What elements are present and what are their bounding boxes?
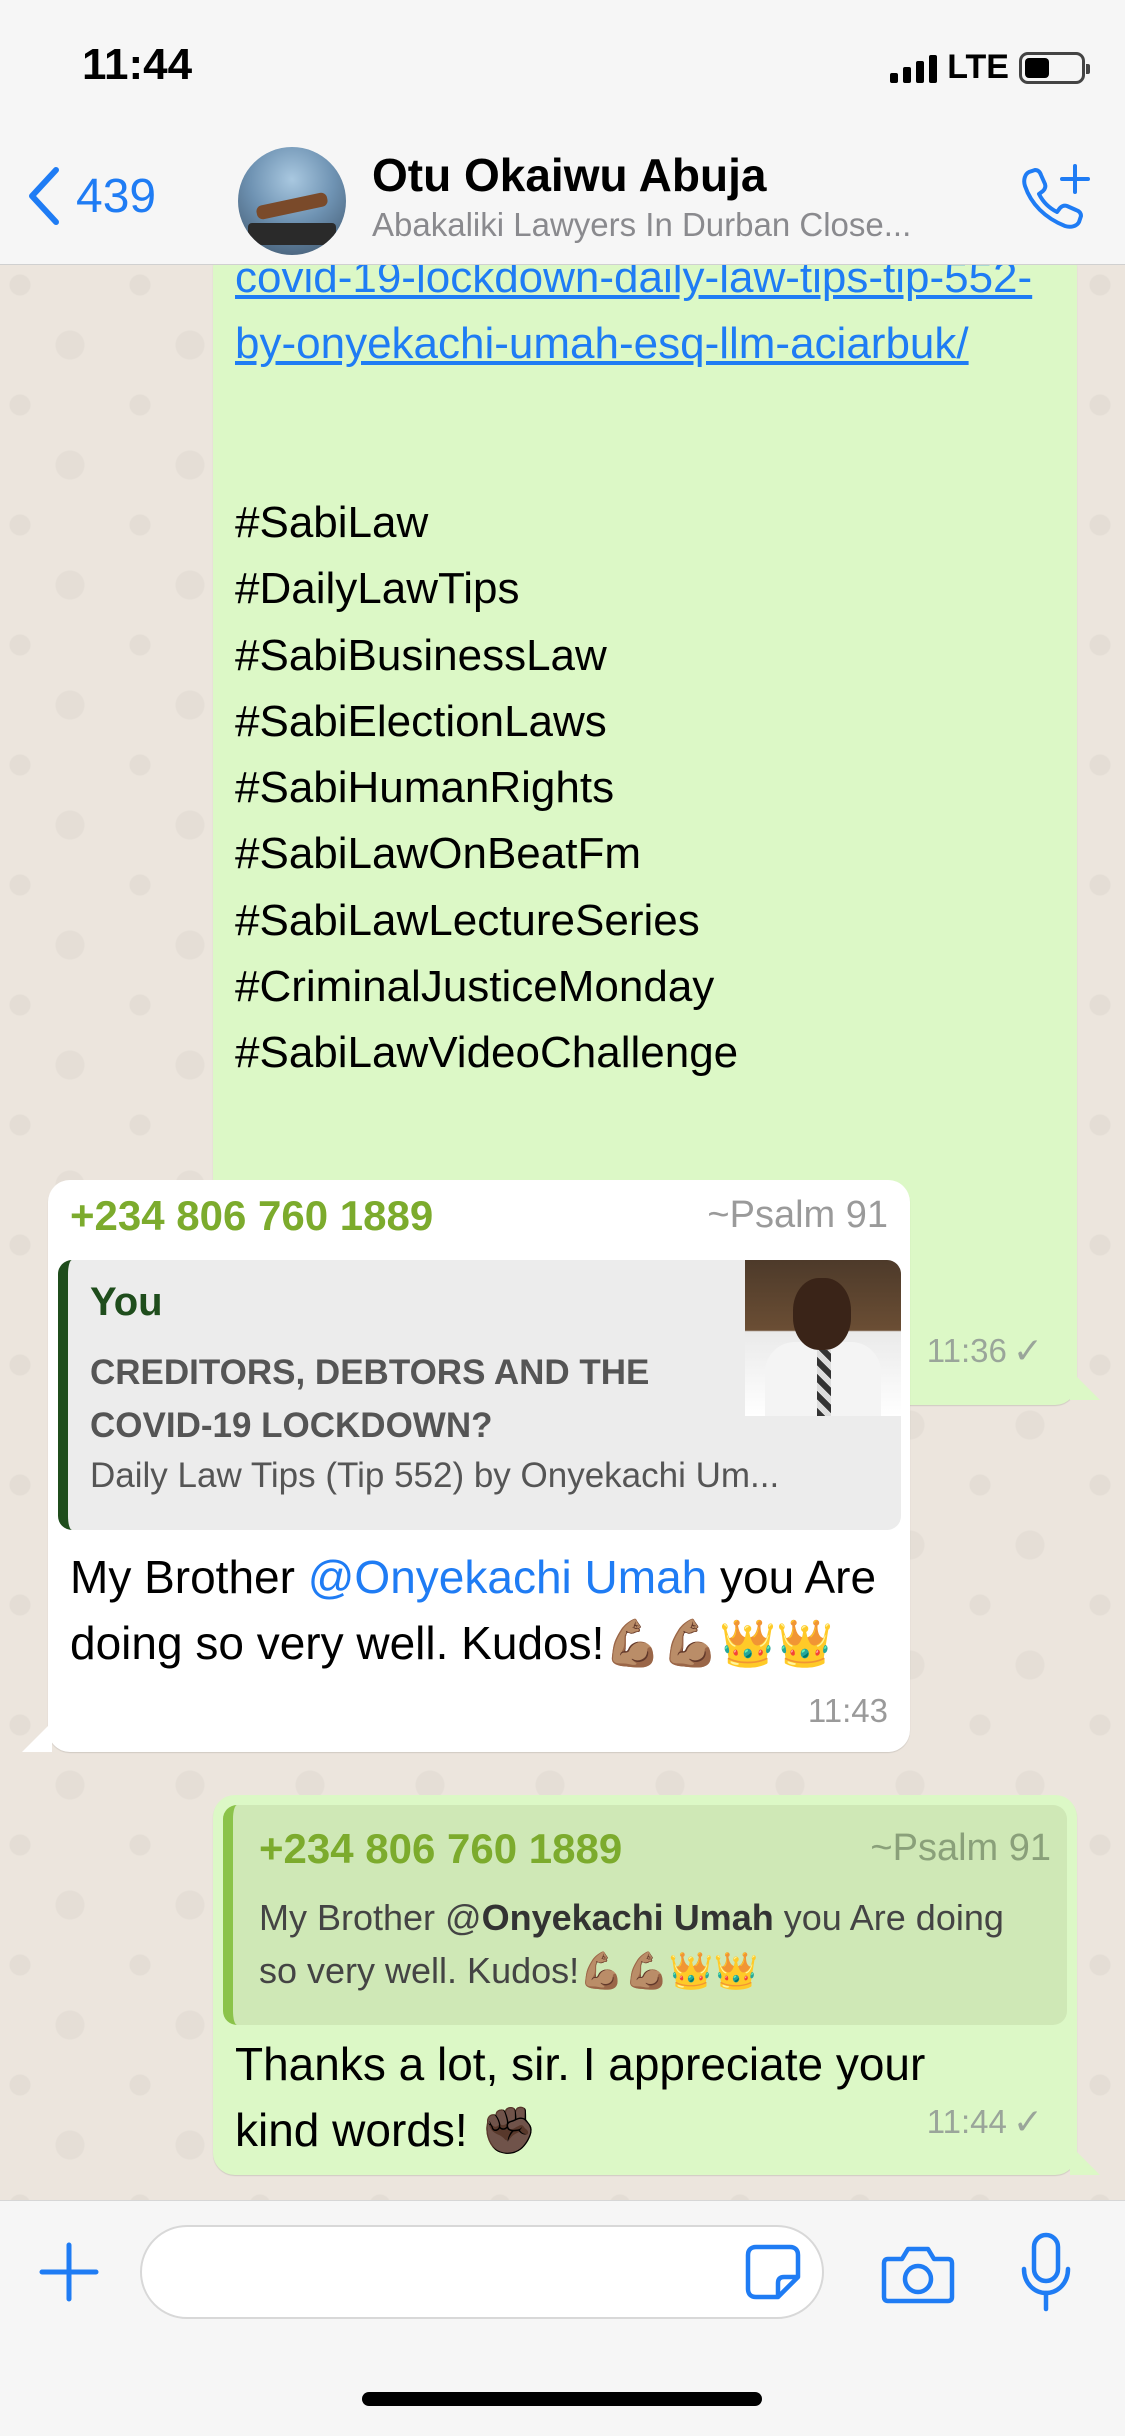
quoted-author: You: [90, 1280, 163, 1324]
status-time: 11:44: [82, 40, 193, 89]
hashtag: #SabiHumanRights: [235, 763, 615, 813]
unread-count: 439: [76, 169, 157, 223]
message-link[interactable]: covid-19-lockdown-daily-law-tips-tip-552…: [235, 265, 1055, 377]
quoted-thumbnail: [745, 1260, 901, 1416]
status-indicators: LTE: [890, 48, 1090, 87]
message-timestamp: 11:36 ✓: [927, 1330, 1043, 1372]
message-text: Thanks a lot, sir. I appreciate your kin…: [235, 2038, 926, 2156]
chat-header: 439 Otu Okaiwu Abuja Abakaliki Lawyers I…: [0, 130, 1125, 265]
quoted-message[interactable]: +234 806 760 1889 ~Psalm 91 My Brother @…: [223, 1805, 1067, 2025]
message-time: 11:36: [926, 1332, 1007, 1369]
hashtag: #SabiLawLectureSeries: [235, 895, 700, 945]
battery-icon: [1019, 51, 1090, 84]
hashtag: #SabiLaw: [235, 498, 429, 547]
hashtag: #SabiElectionLaws: [235, 696, 607, 746]
add-call-icon[interactable]: [1015, 158, 1095, 238]
message-bubble-incoming[interactable]: +234 806 760 1889 ~Psalm 91 You CREDITOR…: [48, 1180, 910, 1752]
sender-push-name: ~Psalm 91: [707, 1194, 888, 1236]
home-indicator: [362, 2392, 762, 2406]
hashtag: #SabiBusinessLaw: [235, 630, 607, 680]
message-timestamp: 11:44 ✓: [927, 2101, 1043, 2143]
quoted-text-part: My Brother @: [259, 1897, 482, 1938]
status-bar: 11:44 LTE: [0, 0, 1125, 130]
quoted-sender-phone: +234 806 760 1889: [259, 1825, 623, 1872]
sticker-icon[interactable]: [742, 2241, 804, 2303]
signal-icon: [890, 53, 938, 83]
message-text: My Brother @Onyekachi Umah you Are doing…: [70, 1544, 890, 1676]
hashtag-list: #SabiLaw #DailyLawTips #SabiBusinessLaw …: [235, 490, 738, 1087]
message-text-part: My Brother: [70, 1551, 308, 1603]
contact-subtitle[interactable]: Abakaliki Lawyers In Durban Close...: [372, 206, 992, 244]
bubble-tail: [1070, 1370, 1100, 1400]
hashtag: #SabiLawVideoChallenge: [235, 1028, 739, 1078]
chat-area[interactable]: covid-19-lockdown-daily-law-tips-tip-552…: [0, 265, 1125, 2200]
avatar[interactable]: [238, 147, 346, 255]
camera-icon[interactable]: [880, 2241, 956, 2307]
back-button[interactable]: 439: [22, 164, 156, 228]
network-type: LTE: [947, 48, 1009, 86]
bubble-tail: [22, 1722, 52, 1752]
hashtag: #DailyLawTips: [235, 564, 520, 614]
plus-icon[interactable]: [36, 2239, 102, 2305]
quoted-push-name: ~Psalm 91: [870, 1827, 1051, 1869]
contact-name[interactable]: Otu Okaiwu Abuja: [372, 148, 766, 202]
quoted-description: Daily Law Tips (Tip 552) by Onyekachi Um…: [90, 1456, 780, 1495]
sent-check-icon: ✓: [1012, 1330, 1043, 1371]
sender-phone[interactable]: +234 806 760 1889: [70, 1192, 433, 1240]
sent-check-icon: ✓: [1012, 2101, 1043, 2142]
quoted-mention: Onyekachi Umah: [481, 1897, 774, 1938]
message-time: 11:44: [926, 2103, 1007, 2140]
hashtag: #SabiLawOnBeatFm: [235, 829, 641, 879]
message-input[interactable]: [140, 2225, 824, 2319]
mention-link[interactable]: @Onyekachi Umah: [308, 1551, 708, 1603]
message-bubble-outgoing[interactable]: +234 806 760 1889 ~Psalm 91 My Brother @…: [213, 1795, 1077, 2175]
bubble-tail: [1070, 2145, 1100, 2175]
chevron-left-icon: [29, 167, 59, 225]
message-time: 11:43: [807, 1692, 888, 1729]
quoted-message[interactable]: You CREDITORS, DEBTORS AND THE COVID-19 …: [58, 1260, 901, 1530]
microphone-icon[interactable]: [1018, 2231, 1074, 2315]
quoted-text: My Brother @Onyekachi Umah you Are doing…: [259, 1891, 1019, 1997]
hashtag: #CriminalJusticeMonday: [235, 962, 715, 1012]
quoted-title: CREDITORS, DEBTORS AND THE COVID-19 LOCK…: [90, 1353, 650, 1445]
